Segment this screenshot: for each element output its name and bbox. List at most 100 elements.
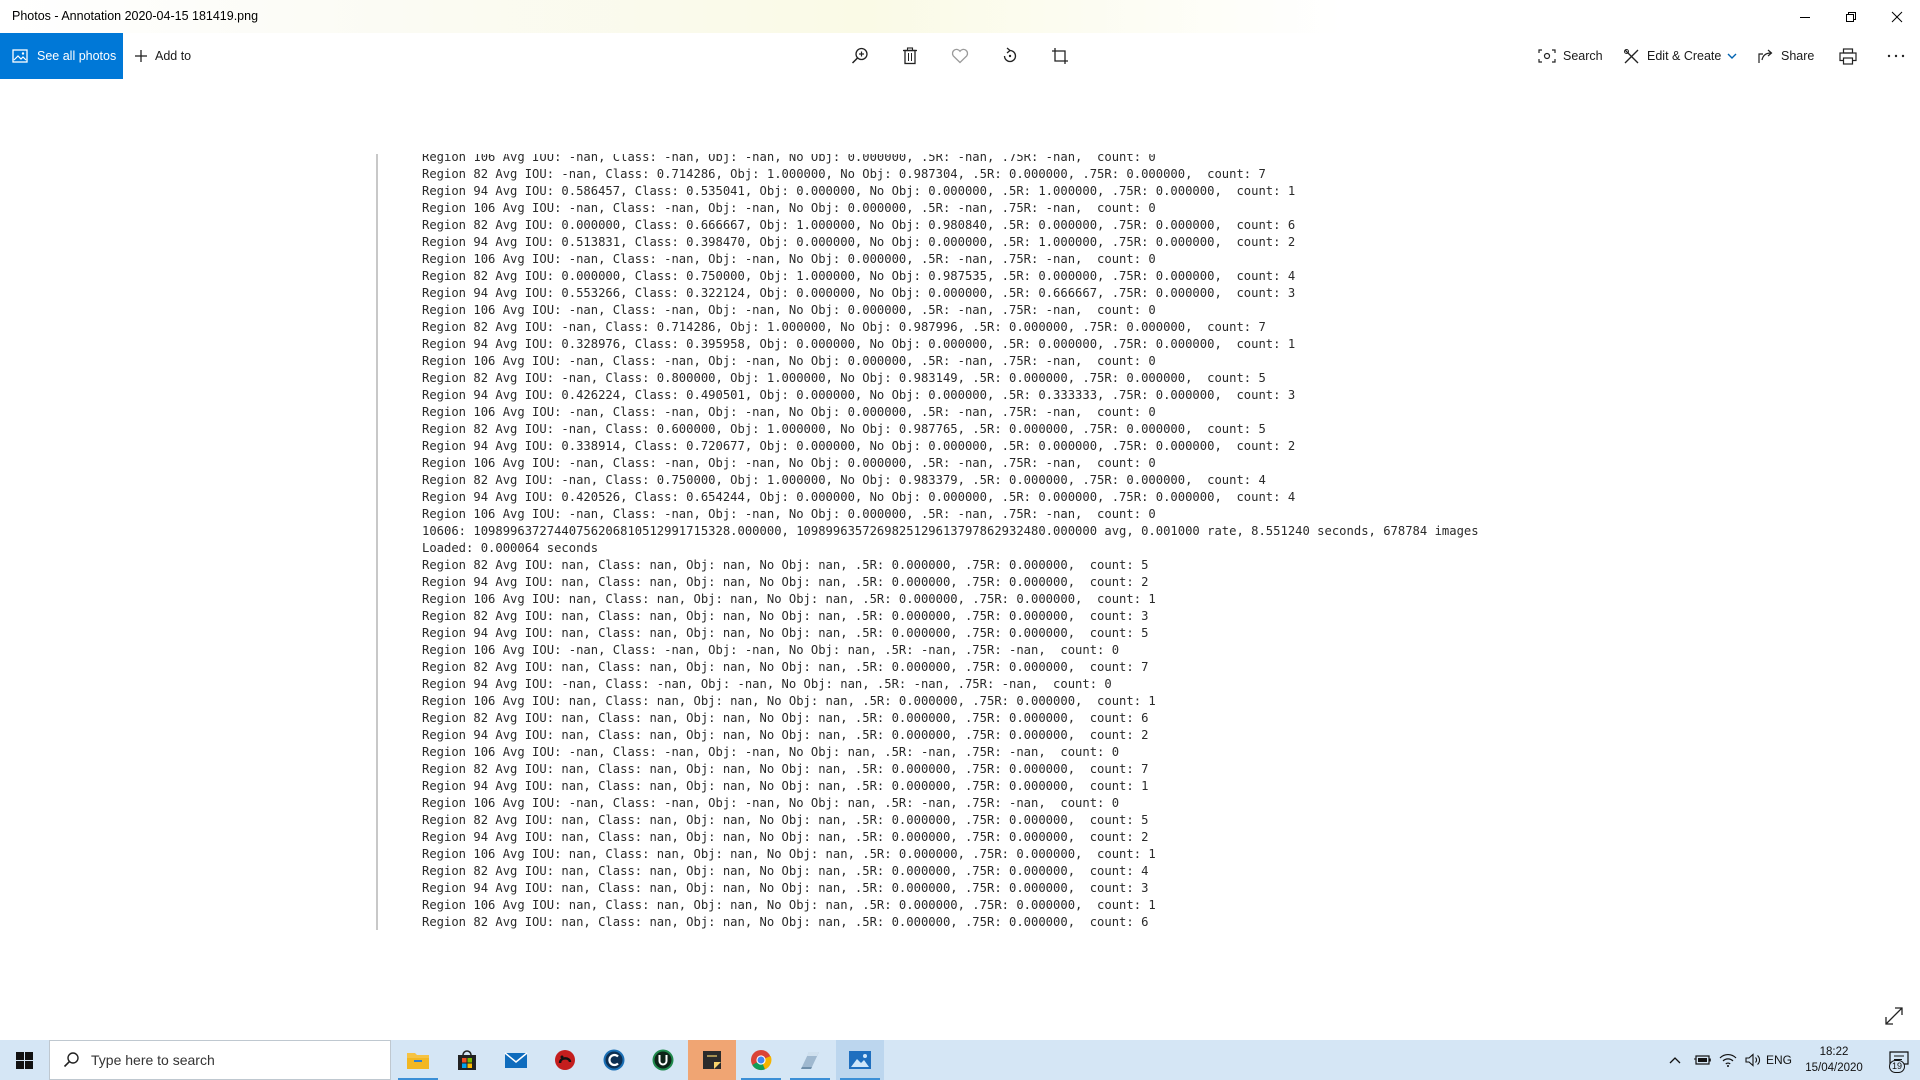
chrome-icon[interactable] (737, 1040, 785, 1080)
log-line: Region 82 Avg IOU: nan, Class: nan, Obj:… (422, 558, 1149, 572)
restore-button[interactable] (1828, 0, 1874, 33)
log-line: Loaded: 0.000064 seconds (422, 541, 599, 555)
log-line: Region 106 Avg IOU: -nan, Class: -nan, O… (422, 154, 1156, 164)
log-line: Region 106 Avg IOU: -nan, Class: -nan, O… (422, 354, 1156, 368)
speaker-icon (1745, 1053, 1760, 1067)
crop-button[interactable] (1040, 33, 1080, 79)
chevron-down-icon (1727, 53, 1737, 60)
taskbar-search-placeholder: Type here to search (91, 1052, 215, 1068)
show-hidden-icons-button[interactable] (1664, 1040, 1686, 1080)
clock-date: 15/04/2020 (1805, 1062, 1863, 1074)
log-line: Region 94 Avg IOU: -nan, Class: -nan, Ob… (422, 677, 1112, 691)
start-button[interactable] (0, 1040, 48, 1080)
network-button[interactable] (1716, 1040, 1740, 1080)
log-line: Region 82 Avg IOU: 0.000000, Class: 0.66… (422, 218, 1296, 232)
window-title: Photos - Annotation 2020-04-15 181419.pn… (12, 9, 259, 23)
edit-create-button[interactable]: Edit & Create (1623, 33, 1737, 79)
log-line: Region 94 Avg IOU: nan, Class: nan, Obj:… (422, 830, 1149, 844)
photos-app-icon[interactable] (836, 1040, 884, 1080)
log-line: Region 106 Avg IOU: -nan, Class: -nan, O… (422, 745, 1120, 759)
share-button[interactable]: Share (1757, 33, 1814, 79)
delete-button[interactable] (890, 33, 930, 79)
taskbar-search-box[interactable]: Type here to search (49, 1040, 391, 1080)
notification-count-badge: 19 (1889, 1060, 1906, 1073)
log-line: Region 82 Avg IOU: nan, Class: nan, Obj:… (422, 915, 1149, 929)
sticky-notes-icon[interactable] (688, 1040, 736, 1080)
expand-icon (1885, 1007, 1903, 1025)
battery-button[interactable] (1690, 1040, 1714, 1080)
store-icon[interactable] (443, 1040, 491, 1080)
rotate-icon (1003, 47, 1017, 63)
log-line: Region 82 Avg IOU: -nan, Class: 0.750000… (422, 473, 1266, 487)
log-line: Region 82 Avg IOU: -nan, Class: 0.714286… (422, 320, 1266, 334)
log-line: Region 106 Avg IOU: nan, Class: nan, Obj… (422, 694, 1156, 708)
close-button[interactable] (1874, 0, 1920, 33)
more-icon (1887, 54, 1905, 58)
mail-icon[interactable] (492, 1040, 540, 1080)
snake-app-icon[interactable] (541, 1040, 589, 1080)
language-label: ENG (1765, 1053, 1792, 1067)
log-line: Region 106 Avg IOU: -nan, Class: -nan, O… (422, 456, 1156, 470)
share-icon (1757, 48, 1774, 64)
volume-button[interactable] (1742, 1040, 1766, 1080)
log-line: Region 94 Avg IOU: 0.328976, Class: 0.39… (422, 337, 1296, 351)
log-line: Region 94 Avg IOU: 0.420526, Class: 0.65… (422, 490, 1296, 504)
log-line: Region 106 Avg IOU: nan, Class: nan, Obj… (422, 592, 1156, 606)
clock-time: 18:22 (1819, 1046, 1849, 1058)
plus-icon (134, 49, 148, 63)
title-bar: Photos - Annotation 2020-04-15 181419.pn… (0, 0, 1920, 33)
wifi-icon (1719, 1054, 1737, 1067)
log-line: Region 106 Avg IOU: -nan, Class: -nan, O… (422, 507, 1156, 521)
log-line: 10606: 109899637274407562068105129917153… (422, 524, 1479, 538)
trash-icon (903, 47, 917, 65)
favorite-button[interactable] (940, 33, 980, 79)
log-line: Region 106 Avg IOU: -nan, Class: -nan, O… (422, 201, 1156, 215)
heart-icon (951, 48, 969, 64)
log-line: Region 94 Avg IOU: nan, Class: nan, Obj:… (422, 575, 1149, 589)
more-button[interactable] (1876, 33, 1916, 79)
log-line: Region 82 Avg IOU: -nan, Class: 0.600000… (422, 422, 1266, 436)
restore-icon (1846, 11, 1856, 22)
windows-icon (15, 1051, 33, 1069)
chevron-up-icon (1669, 1057, 1681, 1064)
log-line: Region 82 Avg IOU: nan, Class: nan, Obj:… (422, 864, 1149, 878)
print-button[interactable] (1828, 33, 1868, 79)
minimize-icon (1800, 16, 1810, 18)
taskbar-clock[interactable]: 18:22 15/04/2020 (1790, 1040, 1878, 1080)
add-to-button[interactable]: Add to (134, 33, 191, 79)
c-app-icon[interactable] (590, 1040, 638, 1080)
zoom-in-icon (851, 47, 868, 64)
log-line: Region 94 Avg IOU: nan, Class: nan, Obj:… (422, 881, 1149, 895)
log-line: Region 82 Avg IOU: nan, Class: nan, Obj:… (422, 660, 1149, 674)
log-line: Region 82 Avg IOU: nan, Class: nan, Obj:… (422, 711, 1149, 725)
log-line: Region 94 Avg IOU: 0.553266, Class: 0.32… (422, 286, 1296, 300)
log-line: Region 106 Avg IOU: -nan, Class: -nan, O… (422, 643, 1120, 657)
search-button[interactable]: Search (1538, 33, 1603, 79)
log-line: Region 82 Avg IOU: -nan, Class: 0.714286… (422, 167, 1266, 181)
command-bar: See all photos Add to Search Edit & Crea… (0, 33, 1920, 79)
log-line: Region 106 Avg IOU: nan, Class: nan, Obj… (422, 847, 1156, 861)
image-border (376, 154, 378, 930)
rotate-button[interactable] (990, 33, 1030, 79)
log-line: Region 106 Avg IOU: -nan, Class: -nan, O… (422, 303, 1156, 317)
see-all-photos-button[interactable]: See all photos (0, 33, 123, 79)
file-explorer-icon[interactable] (394, 1040, 442, 1080)
log-line: Region 106 Avg IOU: -nan, Class: -nan, O… (422, 252, 1156, 266)
log-line: Region 106 Avg IOU: -nan, Class: -nan, O… (422, 405, 1156, 419)
add-to-label: Add to (155, 49, 192, 63)
edit-icon (1623, 48, 1640, 65)
u-app-icon[interactable] (639, 1040, 687, 1080)
console-log-text: Region 106 Avg IOU: -nan, Class: -nan, O… (422, 154, 1479, 930)
app-icon[interactable] (786, 1040, 834, 1080)
minimize-button[interactable] (1782, 0, 1828, 33)
search-label: Search (1563, 49, 1603, 63)
image-viewer[interactable]: Region 106 Avg IOU: -nan, Class: -nan, O… (376, 154, 1776, 930)
log-line: Region 82 Avg IOU: -nan, Class: 0.800000… (422, 371, 1266, 385)
fullscreen-button[interactable] (1882, 1004, 1906, 1028)
log-line: Region 82 Avg IOU: nan, Class: nan, Obj:… (422, 813, 1149, 827)
zoom-button[interactable] (840, 33, 880, 79)
print-icon (1839, 47, 1857, 65)
log-line: Region 94 Avg IOU: nan, Class: nan, Obj:… (422, 779, 1149, 793)
log-line: Region 94 Avg IOU: nan, Class: nan, Obj:… (422, 728, 1149, 742)
search-icon (1538, 48, 1556, 64)
